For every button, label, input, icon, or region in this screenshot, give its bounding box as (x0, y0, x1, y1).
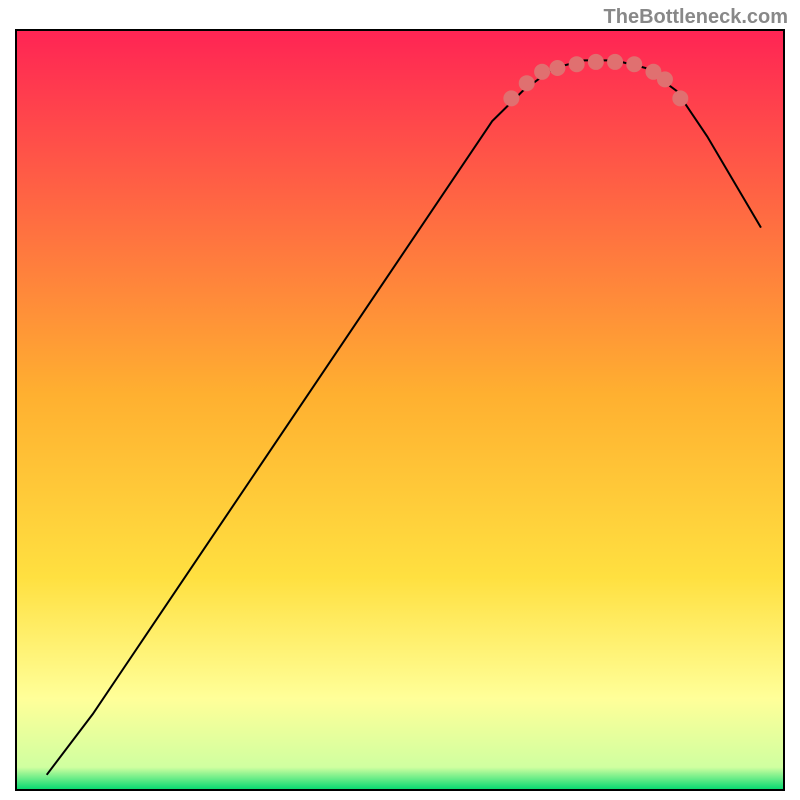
highlight-dot (549, 60, 565, 76)
highlight-dot (672, 90, 688, 106)
highlight-dot (534, 64, 550, 80)
chart-container: TheBottleneck.com (0, 0, 800, 800)
chart-svg (0, 0, 800, 800)
highlight-dot (569, 56, 585, 72)
highlight-dot (657, 71, 673, 87)
gradient-background (16, 30, 784, 790)
highlight-dot (607, 54, 623, 70)
highlight-dot (626, 56, 642, 72)
highlight-dot (588, 54, 604, 70)
highlight-dot (503, 90, 519, 106)
watermark-text: TheBottleneck.com (604, 6, 788, 29)
highlight-dot (519, 75, 535, 91)
